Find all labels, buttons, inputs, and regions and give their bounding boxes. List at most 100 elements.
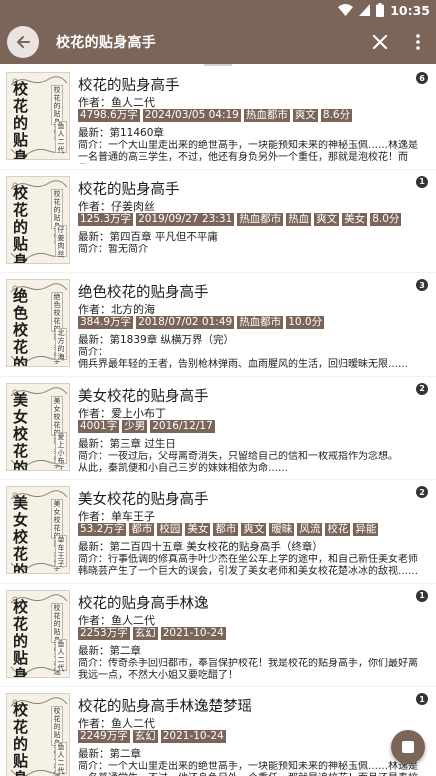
- book-author: 作者：鱼人二代: [78, 717, 155, 730]
- book-cover: 校花的贴身 校花的贴身高手 仔姜肉丝: [6, 175, 70, 264]
- cover-author: 鱼人二代: [55, 121, 67, 154]
- book-tag: 2021-10-24: [160, 730, 226, 743]
- cover-author: 单车王子: [55, 535, 67, 568]
- more-menu-button[interactable]: [410, 32, 426, 52]
- book-item[interactable]: 美女校花的 美女校花的贴身高手 单车王子 美女校花的贴身高手 作者：单车王子 5…: [0, 480, 436, 584]
- latest-chapter: 最新：第二百四十五章 美女校花的贴身高手（终章）: [78, 541, 323, 553]
- book-tag: 384.9万字: [78, 316, 134, 329]
- cover-title: 校花的贴身: [13, 597, 29, 678]
- cover-author: 爱上小布丁: [55, 431, 67, 470]
- book-tags: 4001字 少男 2016/12/17: [78, 419, 215, 433]
- book-tag: 2249万字: [78, 730, 130, 743]
- book-intro: 简介：一个大山里走出来的绝世高手，一块能预知未来的神秘玉佩……林逸是一名普通的高…: [78, 140, 418, 163]
- search-toolbar: 校花的贴身高手: [0, 20, 436, 64]
- book-intro: 简介： 佣兵界最年轻的王者，告别枪林弹雨、血雨腥风的生活，回归暧昧无限……: [78, 347, 408, 370]
- book-tag: 暧昧: [269, 523, 295, 536]
- book-intro: 简介：行事低调的修真高手叶少杰在坐公车上学的途中，和自己新任美女老师韩晓芸产生了…: [78, 554, 418, 577]
- book-item[interactable]: 校花的贴身 校花的贴身高手 鱼人二代 校花的贴身高手 作者：鱼人二代 4798.…: [0, 66, 436, 170]
- book-tag: 125.3万字: [78, 212, 134, 226]
- search-input[interactable]: 校花的贴身高手: [56, 32, 156, 52]
- book-title: 校花的贴身高手林逸: [78, 595, 209, 612]
- book-tag: 都市: [213, 523, 239, 536]
- book-tag: 8.6分: [320, 109, 353, 122]
- book-title: 绝色校花的贴身高手: [78, 285, 209, 301]
- latest-chapter: 最新：第11460章: [78, 127, 164, 139]
- book-tag: 校园: [157, 523, 183, 536]
- stop-icon: [402, 741, 414, 753]
- arrow-left-icon: [17, 36, 30, 48]
- book-tag: 4798.6万字: [78, 109, 140, 122]
- cover-subtitle: 美女校花的贴身高手: [51, 499, 63, 572]
- cover-title: 美女校花的: [13, 390, 29, 471]
- book-title: 校花的贴身高手: [78, 78, 180, 94]
- cover-subtitle: 校花的贴身高手: [51, 85, 63, 142]
- book-tags: 4798.6万字 2024/03/05 04:19 热血都市 爽文 8.6分: [78, 109, 353, 122]
- battery-icon: [376, 3, 385, 17]
- cover-subtitle: 校花的贴身高手林逸: [51, 602, 63, 676]
- book-cover: 美女校花的 美女校花的贴身高手 单车王子: [6, 486, 70, 574]
- cover-author: 鱼人二代: [55, 742, 67, 775]
- cover-title: 校花的贴身: [13, 80, 29, 160]
- status-time: 10:35: [390, 2, 430, 18]
- book-item[interactable]: 校花的贴身 校花的贴身高手林逸楚梦瑶 鱼人二代 校花的贴身高手林逸楚梦瑶 作者：…: [0, 687, 436, 776]
- book-intro: 简介：传奇杀手回归都市，奉旨保护校花！我是校花的贴身高手，你们最好离我远一点，不…: [78, 657, 418, 681]
- search-result-list: 校花的贴身 校花的贴身高手 鱼人二代 校花的贴身高手 作者：鱼人二代 4798.…: [0, 66, 436, 776]
- cover-author: 鱼人二代: [55, 638, 67, 672]
- book-title: 美女校花的贴身高手: [78, 492, 209, 508]
- book-intro: 简介：一个大山里走出来的绝世高手，一块能预知未来的神秘玉佩……林逸是一名普通学生…: [78, 761, 418, 776]
- book-tags: 384.9万字 2018/07/02 01:49 热血都市 10.0分: [78, 316, 325, 329]
- book-tag: 热血都市: [237, 316, 284, 329]
- book-title: 校花的贴身高手林逸楚梦瑶: [78, 699, 252, 715]
- cover-subtitle: 校花的贴身高手林逸楚梦瑶: [51, 706, 63, 776]
- cover-author: 北方的海: [55, 328, 67, 361]
- latest-chapter: 最新：第1839章 纵横万界（完）: [78, 334, 235, 346]
- book-tag: 爽文: [241, 523, 267, 536]
- cover-subtitle: 绝色校花的贴身高手: [51, 292, 63, 365]
- book-tag: 美女: [342, 212, 368, 226]
- back-button[interactable]: [7, 26, 39, 58]
- book-item[interactable]: 校花的贴身 校花的贴身高手 仔姜肉丝 校花的贴身高手 作者：仔姜肉丝 125.3…: [0, 170, 436, 273]
- book-intro: 简介：暂无简介: [78, 243, 148, 255]
- book-tag: 玄幻: [132, 730, 158, 743]
- book-item[interactable]: 校花的贴身 校花的贴身高手林逸 鱼人二代 校花的贴身高手林逸 作者：鱼人二代 2…: [0, 584, 436, 687]
- book-cover: 校花的贴身 校花的贴身高手 鱼人二代: [6, 72, 70, 160]
- book-tag: 热血都市: [243, 109, 290, 122]
- cover-title: 校花的贴身: [13, 183, 29, 264]
- stop-search-button[interactable]: [391, 730, 425, 764]
- latest-chapter: 最新：第三章 过生日: [78, 437, 176, 450]
- cover-title: 校花的贴身: [13, 701, 29, 776]
- book-tag: 2024/03/05 04:19: [142, 109, 241, 122]
- cover-title: 美女校花的: [13, 494, 29, 574]
- book-author: 作者：鱼人二代: [78, 96, 155, 109]
- book-cover: 绝色校花的 绝色校花的贴身高手 北方的海: [6, 279, 70, 367]
- book-tags: 2253万字 玄幻 2021-10-24: [78, 626, 226, 640]
- book-item[interactable]: 美女校花的 美女校花的贴身高手 爱上小布丁 美女校花的贴身高手 作者：爱上小布丁…: [0, 377, 436, 480]
- book-author: 作者：北方的海: [78, 303, 155, 316]
- book-author: 作者：单车王子: [78, 510, 155, 523]
- book-author: 作者：爱上小布丁: [78, 406, 166, 420]
- close-icon: [372, 34, 388, 50]
- status-icons: 10:35: [338, 2, 430, 18]
- book-tag: 2018/07/02 01:49: [136, 316, 235, 329]
- clear-search-button[interactable]: [370, 32, 390, 52]
- book-author: 作者：仔姜肉丝: [78, 199, 155, 213]
- book-tag: 热血都市: [237, 212, 284, 226]
- book-item[interactable]: 绝色校花的 绝色校花的贴身高手 北方的海 绝色校花的贴身高手 作者：北方的海 3…: [0, 273, 436, 377]
- book-tag: 风流: [297, 523, 323, 536]
- source-count-badge: 3: [416, 279, 428, 291]
- book-tag: 10.0分: [286, 316, 325, 329]
- book-cover: 校花的贴身 校花的贴身高手林逸 鱼人二代: [6, 589, 70, 678]
- book-tag: 美女: [185, 523, 211, 536]
- book-tag: 爽文: [314, 212, 340, 226]
- book-tag: 校花: [325, 523, 351, 536]
- status-bar: 10:35: [0, 0, 436, 20]
- book-tag: 热血: [286, 212, 312, 226]
- book-tag: 4001字: [78, 419, 120, 433]
- latest-chapter: 最新：第二章: [78, 748, 141, 760]
- book-tag: 爽文: [292, 109, 318, 122]
- book-tag: 异能: [353, 523, 379, 536]
- book-tag: 2021-10-24: [160, 626, 226, 640]
- book-author: 作者：鱼人二代: [78, 613, 155, 627]
- source-count-badge: 2: [416, 382, 428, 395]
- book-title: 美女校花的贴身高手: [78, 388, 209, 405]
